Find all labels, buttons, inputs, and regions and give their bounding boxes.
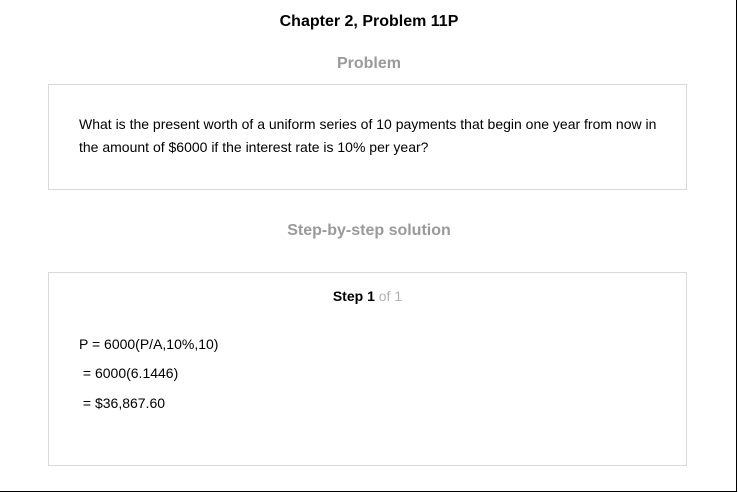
solution-line: P = 6000(P/A,10%,10) [79, 336, 219, 352]
problem-heading: Problem [336, 55, 401, 72]
problem-text: What is the present worth of a uniform s… [79, 116, 657, 155]
page: Chapter 2, Problem 11P Problem What is t… [0, 0, 737, 492]
step-of-label: of [378, 288, 391, 304]
solution-line: = 6000(6.1446) [79, 365, 179, 381]
step-indicator: Step 1 of 1 [49, 287, 686, 305]
step-label: Step [332, 288, 364, 304]
solution-card: Step 1 of 1 P = 6000(P/A,10%,10) = 6000(… [48, 272, 687, 466]
solution-line: = $36,867.60 [79, 395, 166, 411]
solution-heading: Step-by-step solution [287, 222, 451, 239]
page-title: Chapter 2, Problem 11P [279, 13, 459, 30]
step-total: 1 [394, 288, 403, 304]
step-number: 1 [367, 288, 375, 304]
problem-card: What is the present worth of a uniform s… [48, 84, 687, 190]
